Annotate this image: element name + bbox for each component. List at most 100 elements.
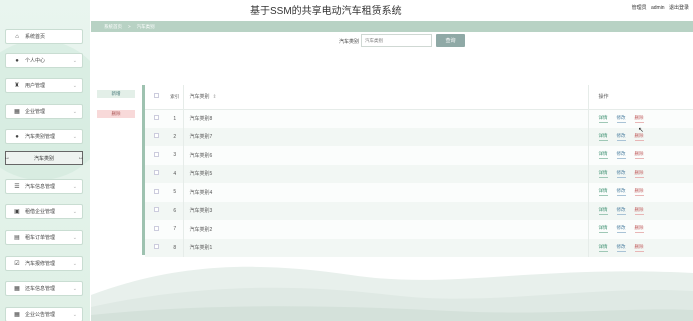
- delete-button[interactable]: 删除: [634, 244, 644, 252]
- table-row: 3 汽车类别6 详情 修改 删除: [145, 146, 693, 165]
- building-icon: ▣: [14, 209, 20, 215]
- edit-button[interactable]: 修改: [616, 133, 626, 141]
- mouse-cursor-icon: ↖: [638, 127, 644, 134]
- table-header-row: 索引 汽车类别 ⇕ 操作: [145, 85, 693, 109]
- sidebar-item[interactable]: ⌂ 系统首页: [5, 29, 83, 44]
- lightbulb-icon: ●: [15, 133, 19, 140]
- sort-icon[interactable]: ⇕: [213, 94, 217, 100]
- row-checkbox[interactable]: [153, 225, 159, 231]
- sidebar-item[interactable]: ♜ 用户管理 ⌄: [5, 78, 83, 93]
- sidebar: ⌂ 系统首页 ● 个人中心 ⌄ ♜ 用户管理 ⌄ ▦ 企业管理 ⌄ ● 汽车类别管理 ⌄ ☰ 汽车信息管理 ⌄ ▣…: [0, 0, 90, 321]
- detail-button[interactable]: 详情: [598, 133, 608, 141]
- row-name: 汽车类别6: [182, 146, 588, 165]
- delete-button[interactable]: 删除: [634, 225, 644, 234]
- sidebar-item-label: 汽车报修管理: [25, 261, 56, 267]
- sidebar-item-label: 用户管理: [25, 83, 46, 89]
- sidebar-subitem-label: 汽车类别: [33, 155, 54, 162]
- sidebar-item-label: 汽车信息管理: [25, 184, 56, 190]
- person-icon: ●: [15, 57, 19, 64]
- detail-button[interactable]: 详情: [598, 115, 608, 123]
- row-name: 汽车类别2: [182, 220, 588, 239]
- search-input[interactable]: [361, 34, 432, 47]
- grid-icon: ▦: [14, 312, 20, 318]
- row-seq: 1: [173, 115, 177, 122]
- delete-button[interactable]: 删除: [634, 151, 644, 160]
- delete-button[interactable]: 删除: [634, 115, 644, 123]
- table-row: 7 汽车类别2 详情 修改 删除: [145, 220, 693, 239]
- header-name-sortable[interactable]: 汽车类别 ⇕: [182, 85, 588, 109]
- sidebar-item[interactable]: ● 个人中心 ⌄: [5, 53, 83, 68]
- detail-button[interactable]: 详情: [598, 225, 608, 234]
- row-seq: 7: [173, 226, 177, 233]
- detail-button[interactable]: 详情: [598, 170, 608, 178]
- detail-button[interactable]: 详情: [598, 188, 608, 197]
- list-icon: ☰: [14, 184, 20, 190]
- chevron-down-icon: ⌄: [72, 134, 77, 140]
- search-button[interactable]: 查询: [436, 34, 465, 47]
- row-checkbox[interactable]: [153, 170, 159, 176]
- row-seq: 5: [173, 189, 177, 196]
- sidebar-item[interactable]: ☰ 汽车信息管理 ⌄: [5, 179, 83, 194]
- row-name: 汽车类别7: [182, 127, 588, 146]
- app-title: 基于SSM的共享电动汽车租赁系统: [250, 6, 402, 17]
- home-icon: ⌂: [15, 33, 19, 40]
- delete-button[interactable]: 删除: [634, 207, 644, 215]
- sidebar-item[interactable]: ▦ 企业公告管理 ⌄: [5, 307, 83, 321]
- edit-button[interactable]: 修改: [616, 225, 626, 234]
- detail-button[interactable]: 详情: [598, 244, 608, 252]
- sidebar-item[interactable]: ▦ 还车信息管理 ⌄: [5, 281, 83, 296]
- header-name: 汽车类别: [189, 94, 210, 101]
- edit-button[interactable]: 修改: [616, 244, 626, 252]
- row-name: 汽车类别4: [182, 183, 588, 202]
- chevron-down-icon: ⌄: [72, 58, 77, 64]
- add-button[interactable]: 新增: [97, 90, 135, 98]
- grid-icon: ▦: [14, 286, 20, 292]
- row-seq: 2: [173, 133, 177, 140]
- chevron-down-icon: ⌄: [72, 261, 77, 267]
- decorative-waves: [91, 266, 693, 321]
- sidebar-item-label: 还车信息管理: [25, 286, 56, 292]
- header-seq: 索引: [170, 94, 180, 100]
- edit-button[interactable]: 修改: [616, 207, 626, 215]
- row-checkbox[interactable]: [153, 133, 159, 139]
- printer-icon: ▤: [14, 235, 20, 241]
- user-role: 管理员: [631, 5, 647, 11]
- sidebar-item[interactable]: ☑ 汽车报修管理 ⌄: [5, 256, 83, 271]
- detail-button[interactable]: 详情: [598, 151, 608, 160]
- row-checkbox[interactable]: [153, 188, 159, 194]
- sidebar-item-label: 个人中心: [25, 58, 46, 64]
- chevron-down-icon: ⌄: [72, 286, 77, 292]
- table-row: 5 汽车类别4 详情 修改 删除: [145, 183, 693, 202]
- edit-button[interactable]: 修改: [616, 188, 626, 197]
- sidebar-item-label: 企业管理: [25, 109, 46, 115]
- logout-link[interactable]: 退出登录: [669, 5, 689, 11]
- sidebar-item[interactable]: ▦ 企业管理 ⌄: [5, 104, 83, 119]
- sidebar-subitem-active[interactable]: ↔ 汽车类别 ↔: [4, 151, 84, 165]
- batch-delete-button[interactable]: 删除: [97, 110, 135, 118]
- delete-button[interactable]: 删除: [634, 188, 644, 197]
- row-name: 汽车类别5: [182, 164, 588, 183]
- chevron-down-icon: ⌄: [72, 109, 77, 115]
- row-checkbox[interactable]: [153, 244, 159, 250]
- sidebar-item[interactable]: ▣ 租借企业管理 ⌄: [5, 204, 83, 219]
- row-checkbox[interactable]: [153, 115, 159, 120]
- chevron-down-icon: ⌄: [72, 184, 77, 190]
- edit-button[interactable]: 修改: [616, 170, 626, 178]
- sidebar-item[interactable]: ● 汽车类别管理 ⌄: [5, 129, 83, 144]
- select-all-checkbox[interactable]: [153, 93, 159, 99]
- trophy-icon: ♜: [14, 83, 20, 89]
- chevron-down-icon: ⌄: [72, 235, 77, 241]
- row-checkbox[interactable]: [153, 207, 159, 213]
- chevron-down-icon: ⌄: [72, 83, 77, 89]
- resize-arrow-icon: ↔: [4, 155, 10, 161]
- edit-button[interactable]: 修改: [616, 115, 626, 123]
- row-name: 汽车类别3: [182, 201, 588, 220]
- sidebar-item[interactable]: ▤ 租车订单管理 ⌄: [5, 230, 83, 245]
- row-name: 汽车类别8: [182, 109, 588, 128]
- edit-button[interactable]: 修改: [616, 151, 626, 160]
- detail-button[interactable]: 详情: [598, 207, 608, 215]
- delete-button[interactable]: 删除: [634, 170, 644, 178]
- search-label: 汽车类别: [339, 39, 360, 45]
- row-checkbox[interactable]: [153, 151, 159, 157]
- breadcrumb-home[interactable]: 系统首页: [104, 24, 122, 30]
